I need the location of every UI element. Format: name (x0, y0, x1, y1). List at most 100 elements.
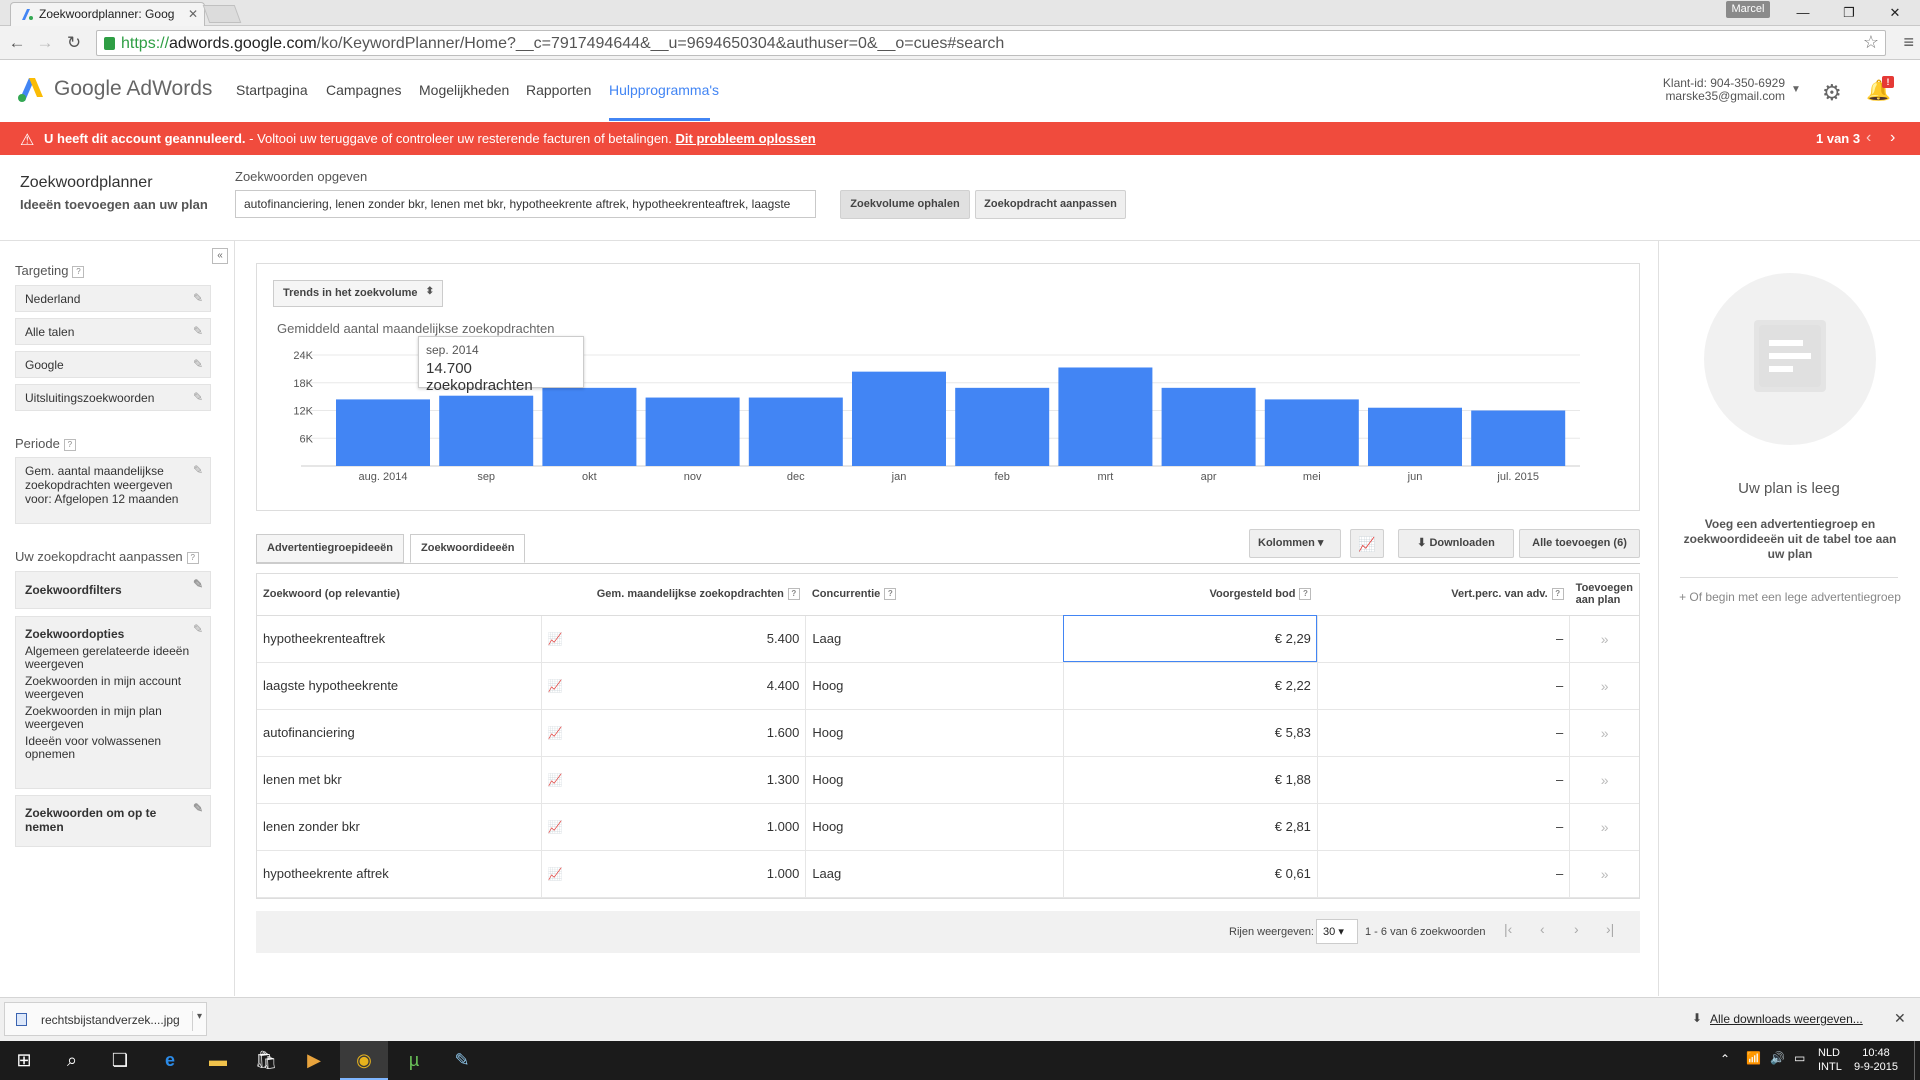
nav-hulpprogrammas[interactable]: Hulpprogramma's (609, 82, 719, 98)
last-page-icon[interactable]: ›| (1606, 921, 1614, 937)
chrome-icon[interactable]: ◉ (340, 1041, 388, 1080)
help-icon[interactable]: ? (1299, 588, 1312, 601)
table-row[interactable]: lenen met bkr 📈 1.300 Hoog € 1,88–» (257, 756, 1639, 804)
trend-icon[interactable]: 📈 (540, 756, 582, 804)
chart-bar[interactable] (852, 371, 946, 466)
restore-icon[interactable]: ❐ (1826, 0, 1872, 26)
chart-bar[interactable] (1471, 410, 1566, 467)
targeting-negative-keywords[interactable]: Uitsluitingszoekwoorden ✎ (15, 384, 211, 411)
pencil-icon[interactable]: ✎ (193, 577, 203, 591)
reload-icon[interactable]: ↻ (63, 32, 85, 54)
collapse-sidebar-icon[interactable]: « (212, 248, 228, 264)
chevron-down-icon[interactable]: ▼ (1791, 84, 1801, 95)
account-info[interactable]: Klant-id: 904-350-6929 marske35@gmail.co… (1640, 77, 1785, 103)
trend-icon[interactable]: 📈 (540, 709, 582, 757)
browser-menu-icon[interactable]: ≡ (1903, 32, 1914, 53)
bid-cell[interactable]: € 1,88 (1062, 756, 1318, 804)
add-to-plan-icon[interactable]: » (1569, 756, 1639, 804)
help-icon[interactable]: ? (787, 588, 800, 601)
pencil-icon[interactable]: ✎ (193, 324, 203, 338)
profile-name[interactable]: Marcel (1726, 1, 1770, 18)
table-row[interactable]: laagste hypotheekrente 📈 4.400 Hoog € 2,22–» (257, 662, 1639, 710)
edge-browser-icon[interactable]: e (146, 1041, 194, 1080)
download-button[interactable]: ⬇ Downloaden (1398, 529, 1514, 558)
keyword-filters[interactable]: Zoekwoordfilters ✎ (15, 571, 211, 609)
adwords-logo[interactable]: Google AdWords (16, 74, 212, 104)
notifications-icon[interactable]: ▭ (1794, 1051, 1805, 1065)
help-icon[interactable]: ? (1551, 588, 1564, 601)
targeting-language[interactable]: Alle talen ✎ (15, 318, 211, 345)
pencil-icon[interactable]: ✎ (193, 463, 203, 477)
add-to-plan-icon[interactable]: » (1569, 615, 1639, 663)
add-to-plan-icon[interactable]: » (1569, 662, 1639, 710)
add-all-button[interactable]: Alle toevoegen (6) (1519, 529, 1640, 558)
period-box[interactable]: Gem. aantal maandelijkse zoekopdrachten … (15, 457, 211, 524)
utorrent-icon[interactable]: µ (390, 1041, 438, 1080)
keywords-input[interactable]: autofinanciering, lenen zonder bkr, lene… (235, 190, 816, 218)
col-keyword[interactable]: Zoekwoord (op relevantie) (257, 574, 542, 616)
tab-adgroup-ideas[interactable]: Advertentiegroepideeën (256, 534, 404, 563)
pencil-icon[interactable]: ✎ (193, 357, 203, 371)
bid-cell[interactable]: € 2,29 (1062, 615, 1318, 663)
keyword-options[interactable]: Zoekwoordopties Algemeen gerelateerde id… (15, 616, 211, 789)
show-desktop-button[interactable] (1914, 1041, 1920, 1080)
back-icon[interactable]: ← (6, 32, 28, 54)
targeting-location[interactable]: Nederland ✎ (15, 285, 211, 312)
bookmark-star-icon[interactable]: ☆ (1863, 32, 1879, 53)
add-to-plan-icon[interactable]: » (1569, 803, 1639, 851)
table-row[interactable]: hypotheekrente aftrek 📈 1.000 Laag € 0,61–» (257, 850, 1639, 898)
table-row[interactable]: lenen zonder bkr 📈 1.000 Hoog € 2,81–» (257, 803, 1639, 851)
keywords-to-include[interactable]: Zoekwoorden om op te nemen ✎ (15, 795, 211, 847)
network-icon[interactable]: 📶 (1746, 1051, 1761, 1065)
system-clock[interactable]: 10:48 9-9-2015 (1846, 1046, 1906, 1074)
col-ad-share[interactable]: Vert.perc. van adv.? (1317, 574, 1570, 616)
pencil-icon[interactable]: ✎ (193, 291, 203, 305)
store-icon[interactable]: 🛍 (242, 1041, 290, 1080)
col-volume[interactable]: Gem. maandelijkse zoekopdrachten? (581, 574, 806, 616)
rows-per-page-select[interactable]: 30 ▾ (1316, 919, 1358, 944)
trend-icon[interactable]: 📈 (540, 803, 582, 851)
tab-keyword-ideas[interactable]: Zoekwoordideeën (410, 534, 525, 563)
show-all-downloads-link[interactable]: Alle downloads weergeven... (1710, 1012, 1863, 1026)
chevron-left-icon[interactable]: ‹ (1866, 129, 1871, 147)
col-competition[interactable]: Concurrentie? (805, 574, 1064, 616)
trend-icon[interactable]: 📈 (540, 662, 582, 710)
task-view-icon[interactable]: ❏ (96, 1041, 144, 1080)
add-to-plan-icon[interactable]: » (1569, 850, 1639, 898)
chart-bar[interactable] (439, 395, 534, 466)
chart-bar[interactable] (645, 397, 740, 466)
tab-close-icon[interactable]: ✕ (188, 7, 198, 21)
notepad-icon[interactable]: ✎ (438, 1041, 486, 1080)
table-row[interactable]: hypotheekrenteaftrek 📈 5.400 Laag € 2,29–» (257, 615, 1639, 663)
new-tab-button[interactable] (202, 5, 242, 23)
help-icon[interactable]: ? (63, 438, 76, 451)
language-indicator[interactable]: NLD INTL (1818, 1046, 1842, 1074)
chart-bar[interactable] (1264, 399, 1359, 466)
chevron-down-icon[interactable]: ▾ (191, 1011, 202, 1031)
volume-icon[interactable]: 🔊 (1770, 1051, 1785, 1065)
close-icon[interactable]: ✕ (1894, 1010, 1906, 1027)
alert-fix-link[interactable]: Dit probleem oplossen (676, 131, 816, 146)
bid-cell[interactable]: € 0,61 (1062, 850, 1318, 898)
trend-type-select[interactable]: Trends in het zoekvolume ⬍ (273, 280, 443, 307)
tray-overflow-icon[interactable]: ⌃ (1720, 1052, 1730, 1066)
first-page-icon[interactable]: |‹ (1504, 921, 1512, 937)
next-page-icon[interactable]: › (1574, 921, 1579, 937)
chart-bar[interactable] (1058, 367, 1153, 466)
targeting-network[interactable]: Google ✎ (15, 351, 211, 378)
chart-bar[interactable] (1161, 387, 1256, 466)
search-icon[interactable]: ⌕ (48, 1041, 96, 1080)
columns-button[interactable]: Kolommen ▾ (1249, 529, 1341, 558)
add-to-plan-icon[interactable]: » (1569, 709, 1639, 757)
table-row[interactable]: autofinanciering 📈 1.600 Hoog € 5,83–» (257, 709, 1639, 757)
help-icon[interactable]: ? (72, 265, 85, 278)
trend-icon[interactable]: 📈 (540, 850, 582, 898)
nav-rapporten[interactable]: Rapporten (526, 82, 591, 98)
pencil-icon[interactable]: ✎ (193, 622, 203, 636)
url-input[interactable]: https://adwords.google.com/ko/KeywordPla… (96, 30, 1886, 56)
pencil-icon[interactable]: ✎ (193, 390, 203, 404)
help-icon[interactable]: ? (884, 588, 897, 601)
forward-icon[interactable]: → (34, 32, 56, 54)
new-adgroup-link[interactable]: + Of begin met een lege advertentiegroep (1676, 590, 1904, 605)
chart-bar[interactable] (336, 399, 430, 466)
